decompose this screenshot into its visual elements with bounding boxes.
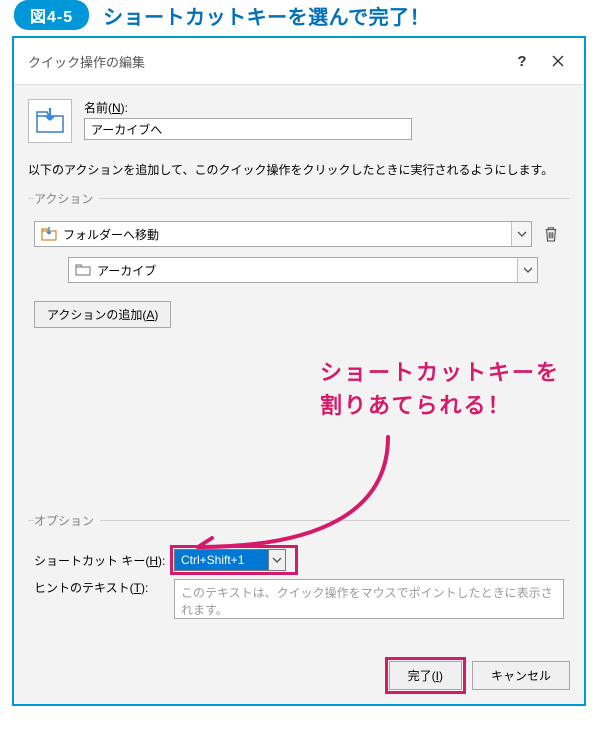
trash-icon	[544, 225, 558, 243]
action-row: フォルダーへ移動	[34, 221, 564, 247]
dropdown-button[interactable]	[511, 222, 531, 246]
name-input[interactable]	[84, 118, 412, 140]
instruction-text: 以下のアクションを追加して、このクイック操作をクリックしたときに実行されるように…	[28, 161, 570, 178]
annotation-area: ショートカットキーを 割りあてられる！	[28, 342, 570, 512]
action-type-value: フォルダーへ移動	[63, 226, 159, 243]
figure-badge: 図4-5	[14, 0, 89, 30]
shortcut-label: ショートカット キー(H):	[34, 552, 174, 569]
move-to-folder-icon	[41, 227, 57, 241]
hint-text-label: ヒントのテキスト(T):	[34, 579, 174, 596]
close-icon	[552, 55, 564, 67]
chevron-down-icon	[523, 265, 533, 275]
quickstep-edit-dialog: クイック操作の編集 ? 名前(N): 以下のアクションを追加して、このクイック操…	[12, 36, 586, 706]
chevron-down-icon	[517, 229, 527, 239]
dialog-title: クイック操作の編集	[28, 52, 504, 71]
figure-title: ショートカットキーを選んで完了！	[103, 1, 430, 30]
handwritten-annotation: ショートカットキーを 割りあてられる！	[320, 356, 560, 422]
action-target-value: アーカイブ	[97, 262, 156, 279]
options-legend: オプション	[34, 512, 100, 529]
shortcut-key-value: Ctrl+Shift+1	[174, 549, 268, 571]
cancel-button[interactable]: キャンセル	[472, 661, 570, 690]
hint-text-input[interactable]: このテキストは、クイック操作をマウスでポイントしたときに表示されます。	[174, 579, 564, 619]
dropdown-button[interactable]	[517, 258, 537, 282]
dialog-titlebar: クイック操作の編集 ?	[14, 38, 584, 85]
action-type-dropdown[interactable]: フォルダーへ移動	[34, 221, 532, 247]
actions-legend: アクション	[34, 190, 99, 207]
options-fieldset: オプション ショートカット キー(H): Ctrl+Shift+1	[28, 512, 570, 623]
close-button[interactable]	[540, 48, 576, 74]
name-row: 名前(N):	[28, 99, 570, 143]
folder-icon	[75, 264, 91, 276]
figure-header: 図4-5 ショートカットキーを選んで完了！	[0, 0, 600, 36]
add-action-button[interactable]: アクションの追加(A)	[34, 301, 171, 328]
shortcut-key-dropdown[interactable]: Ctrl+Shift+1	[174, 549, 286, 571]
dropdown-button[interactable]	[268, 549, 286, 571]
actions-fieldset: アクション フォルダーへ移動	[28, 190, 570, 332]
chevron-down-icon	[272, 555, 282, 565]
finish-button[interactable]: 完了(I)	[389, 661, 462, 690]
delete-action-button[interactable]	[538, 221, 564, 247]
quickstep-icon-picker[interactable]	[28, 99, 72, 143]
move-to-folder-icon	[35, 108, 65, 134]
action-target-dropdown[interactable]: アーカイブ	[68, 257, 538, 283]
dialog-footer: 完了(I) キャンセル	[14, 647, 584, 704]
help-button[interactable]: ?	[504, 48, 540, 74]
name-field-label: 名前(N):	[84, 99, 570, 116]
